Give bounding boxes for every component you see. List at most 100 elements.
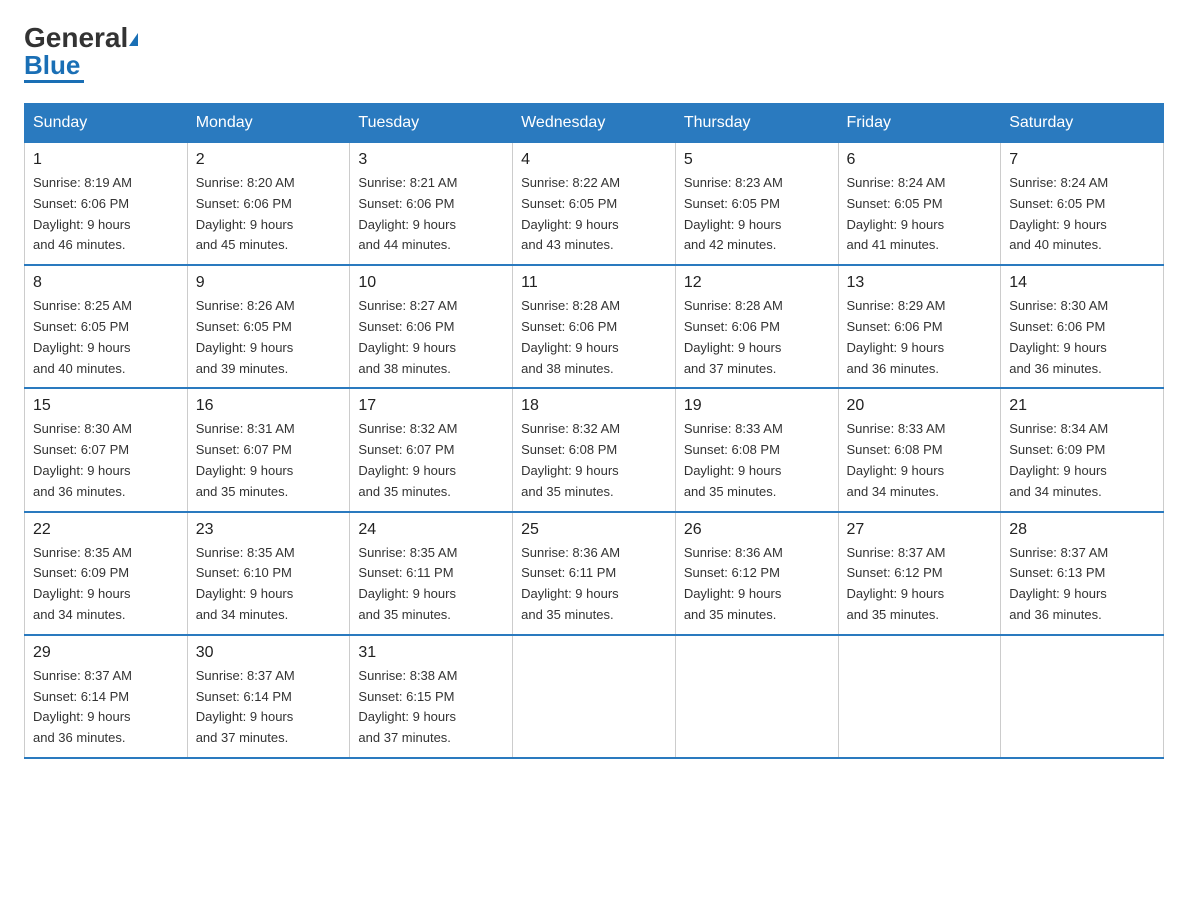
day-info: Sunrise: 8:30 AMSunset: 6:06 PMDaylight:… [1009, 296, 1155, 379]
day-number: 1 [33, 151, 179, 169]
day-number: 23 [196, 521, 342, 539]
calendar-cell: 21 Sunrise: 8:34 AMSunset: 6:09 PMDaylig… [1001, 388, 1164, 511]
calendar-cell: 16 Sunrise: 8:31 AMSunset: 6:07 PMDaylig… [187, 388, 350, 511]
calendar-cell: 7 Sunrise: 8:24 AMSunset: 6:05 PMDayligh… [1001, 143, 1164, 266]
calendar-cell: 9 Sunrise: 8:26 AMSunset: 6:05 PMDayligh… [187, 265, 350, 388]
header-friday: Friday [838, 104, 1001, 143]
day-number: 11 [521, 274, 667, 292]
calendar-week-row: 22 Sunrise: 8:35 AMSunset: 6:09 PMDaylig… [25, 512, 1164, 635]
calendar-cell: 13 Sunrise: 8:29 AMSunset: 6:06 PMDaylig… [838, 265, 1001, 388]
day-number: 18 [521, 397, 667, 415]
day-number: 14 [1009, 274, 1155, 292]
calendar-week-row: 15 Sunrise: 8:30 AMSunset: 6:07 PMDaylig… [25, 388, 1164, 511]
day-number: 3 [358, 151, 504, 169]
day-info: Sunrise: 8:22 AMSunset: 6:05 PMDaylight:… [521, 173, 667, 256]
calendar-cell: 4 Sunrise: 8:22 AMSunset: 6:05 PMDayligh… [513, 143, 676, 266]
calendar-cell: 26 Sunrise: 8:36 AMSunset: 6:12 PMDaylig… [675, 512, 838, 635]
day-info: Sunrise: 8:21 AMSunset: 6:06 PMDaylight:… [358, 173, 504, 256]
day-number: 7 [1009, 151, 1155, 169]
day-info: Sunrise: 8:33 AMSunset: 6:08 PMDaylight:… [847, 419, 993, 502]
day-number: 2 [196, 151, 342, 169]
day-info: Sunrise: 8:32 AMSunset: 6:07 PMDaylight:… [358, 419, 504, 502]
day-info: Sunrise: 8:28 AMSunset: 6:06 PMDaylight:… [684, 296, 830, 379]
day-number: 12 [684, 274, 830, 292]
day-info: Sunrise: 8:23 AMSunset: 6:05 PMDaylight:… [684, 173, 830, 256]
day-info: Sunrise: 8:35 AMSunset: 6:10 PMDaylight:… [196, 543, 342, 626]
day-info: Sunrise: 8:37 AMSunset: 6:13 PMDaylight:… [1009, 543, 1155, 626]
calendar-cell: 24 Sunrise: 8:35 AMSunset: 6:11 PMDaylig… [350, 512, 513, 635]
day-info: Sunrise: 8:30 AMSunset: 6:07 PMDaylight:… [33, 419, 179, 502]
day-info: Sunrise: 8:25 AMSunset: 6:05 PMDaylight:… [33, 296, 179, 379]
calendar-table: SundayMondayTuesdayWednesdayThursdayFrid… [24, 103, 1164, 759]
day-number: 10 [358, 274, 504, 292]
day-number: 17 [358, 397, 504, 415]
header-saturday: Saturday [1001, 104, 1164, 143]
calendar-week-row: 1 Sunrise: 8:19 AMSunset: 6:06 PMDayligh… [25, 143, 1164, 266]
day-info: Sunrise: 8:28 AMSunset: 6:06 PMDaylight:… [521, 296, 667, 379]
day-info: Sunrise: 8:31 AMSunset: 6:07 PMDaylight:… [196, 419, 342, 502]
header-wednesday: Wednesday [513, 104, 676, 143]
day-info: Sunrise: 8:20 AMSunset: 6:06 PMDaylight:… [196, 173, 342, 256]
calendar-cell: 20 Sunrise: 8:33 AMSunset: 6:08 PMDaylig… [838, 388, 1001, 511]
calendar-cell: 31 Sunrise: 8:38 AMSunset: 6:15 PMDaylig… [350, 635, 513, 758]
logo-blue-text: Blue [24, 52, 80, 78]
day-number: 13 [847, 274, 993, 292]
day-number: 5 [684, 151, 830, 169]
day-number: 15 [33, 397, 179, 415]
logo: General Blue [24, 24, 140, 83]
day-number: 9 [196, 274, 342, 292]
page-header: General Blue [24, 24, 1164, 83]
header-tuesday: Tuesday [350, 104, 513, 143]
day-info: Sunrise: 8:19 AMSunset: 6:06 PMDaylight:… [33, 173, 179, 256]
day-info: Sunrise: 8:35 AMSunset: 6:09 PMDaylight:… [33, 543, 179, 626]
day-number: 30 [196, 644, 342, 662]
calendar-cell: 14 Sunrise: 8:30 AMSunset: 6:06 PMDaylig… [1001, 265, 1164, 388]
calendar-cell: 28 Sunrise: 8:37 AMSunset: 6:13 PMDaylig… [1001, 512, 1164, 635]
calendar-week-row: 8 Sunrise: 8:25 AMSunset: 6:05 PMDayligh… [25, 265, 1164, 388]
day-info: Sunrise: 8:27 AMSunset: 6:06 PMDaylight:… [358, 296, 504, 379]
day-info: Sunrise: 8:37 AMSunset: 6:14 PMDaylight:… [33, 666, 179, 749]
calendar-cell: 2 Sunrise: 8:20 AMSunset: 6:06 PMDayligh… [187, 143, 350, 266]
day-number: 19 [684, 397, 830, 415]
day-number: 29 [33, 644, 179, 662]
calendar-cell [838, 635, 1001, 758]
calendar-cell: 23 Sunrise: 8:35 AMSunset: 6:10 PMDaylig… [187, 512, 350, 635]
day-info: Sunrise: 8:37 AMSunset: 6:14 PMDaylight:… [196, 666, 342, 749]
day-number: 8 [33, 274, 179, 292]
day-number: 28 [1009, 521, 1155, 539]
calendar-header-row: SundayMondayTuesdayWednesdayThursdayFrid… [25, 104, 1164, 143]
day-number: 6 [847, 151, 993, 169]
header-sunday: Sunday [25, 104, 188, 143]
calendar-cell: 11 Sunrise: 8:28 AMSunset: 6:06 PMDaylig… [513, 265, 676, 388]
calendar-cell: 3 Sunrise: 8:21 AMSunset: 6:06 PMDayligh… [350, 143, 513, 266]
day-info: Sunrise: 8:26 AMSunset: 6:05 PMDaylight:… [196, 296, 342, 379]
day-info: Sunrise: 8:38 AMSunset: 6:15 PMDaylight:… [358, 666, 504, 749]
day-number: 25 [521, 521, 667, 539]
calendar-cell: 12 Sunrise: 8:28 AMSunset: 6:06 PMDaylig… [675, 265, 838, 388]
day-number: 21 [1009, 397, 1155, 415]
calendar-cell: 18 Sunrise: 8:32 AMSunset: 6:08 PMDaylig… [513, 388, 676, 511]
calendar-cell [675, 635, 838, 758]
day-info: Sunrise: 8:32 AMSunset: 6:08 PMDaylight:… [521, 419, 667, 502]
calendar-cell: 19 Sunrise: 8:33 AMSunset: 6:08 PMDaylig… [675, 388, 838, 511]
calendar-cell: 30 Sunrise: 8:37 AMSunset: 6:14 PMDaylig… [187, 635, 350, 758]
day-number: 27 [847, 521, 993, 539]
day-info: Sunrise: 8:37 AMSunset: 6:12 PMDaylight:… [847, 543, 993, 626]
day-number: 26 [684, 521, 830, 539]
calendar-cell: 22 Sunrise: 8:35 AMSunset: 6:09 PMDaylig… [25, 512, 188, 635]
logo-text: General [24, 24, 140, 52]
calendar-cell: 29 Sunrise: 8:37 AMSunset: 6:14 PMDaylig… [25, 635, 188, 758]
day-info: Sunrise: 8:24 AMSunset: 6:05 PMDaylight:… [1009, 173, 1155, 256]
day-info: Sunrise: 8:36 AMSunset: 6:12 PMDaylight:… [684, 543, 830, 626]
calendar-cell: 17 Sunrise: 8:32 AMSunset: 6:07 PMDaylig… [350, 388, 513, 511]
day-number: 20 [847, 397, 993, 415]
logo-underline [24, 80, 84, 83]
day-number: 4 [521, 151, 667, 169]
header-thursday: Thursday [675, 104, 838, 143]
calendar-cell [1001, 635, 1164, 758]
calendar-cell: 5 Sunrise: 8:23 AMSunset: 6:05 PMDayligh… [675, 143, 838, 266]
day-number: 22 [33, 521, 179, 539]
header-monday: Monday [187, 104, 350, 143]
day-info: Sunrise: 8:34 AMSunset: 6:09 PMDaylight:… [1009, 419, 1155, 502]
day-info: Sunrise: 8:33 AMSunset: 6:08 PMDaylight:… [684, 419, 830, 502]
